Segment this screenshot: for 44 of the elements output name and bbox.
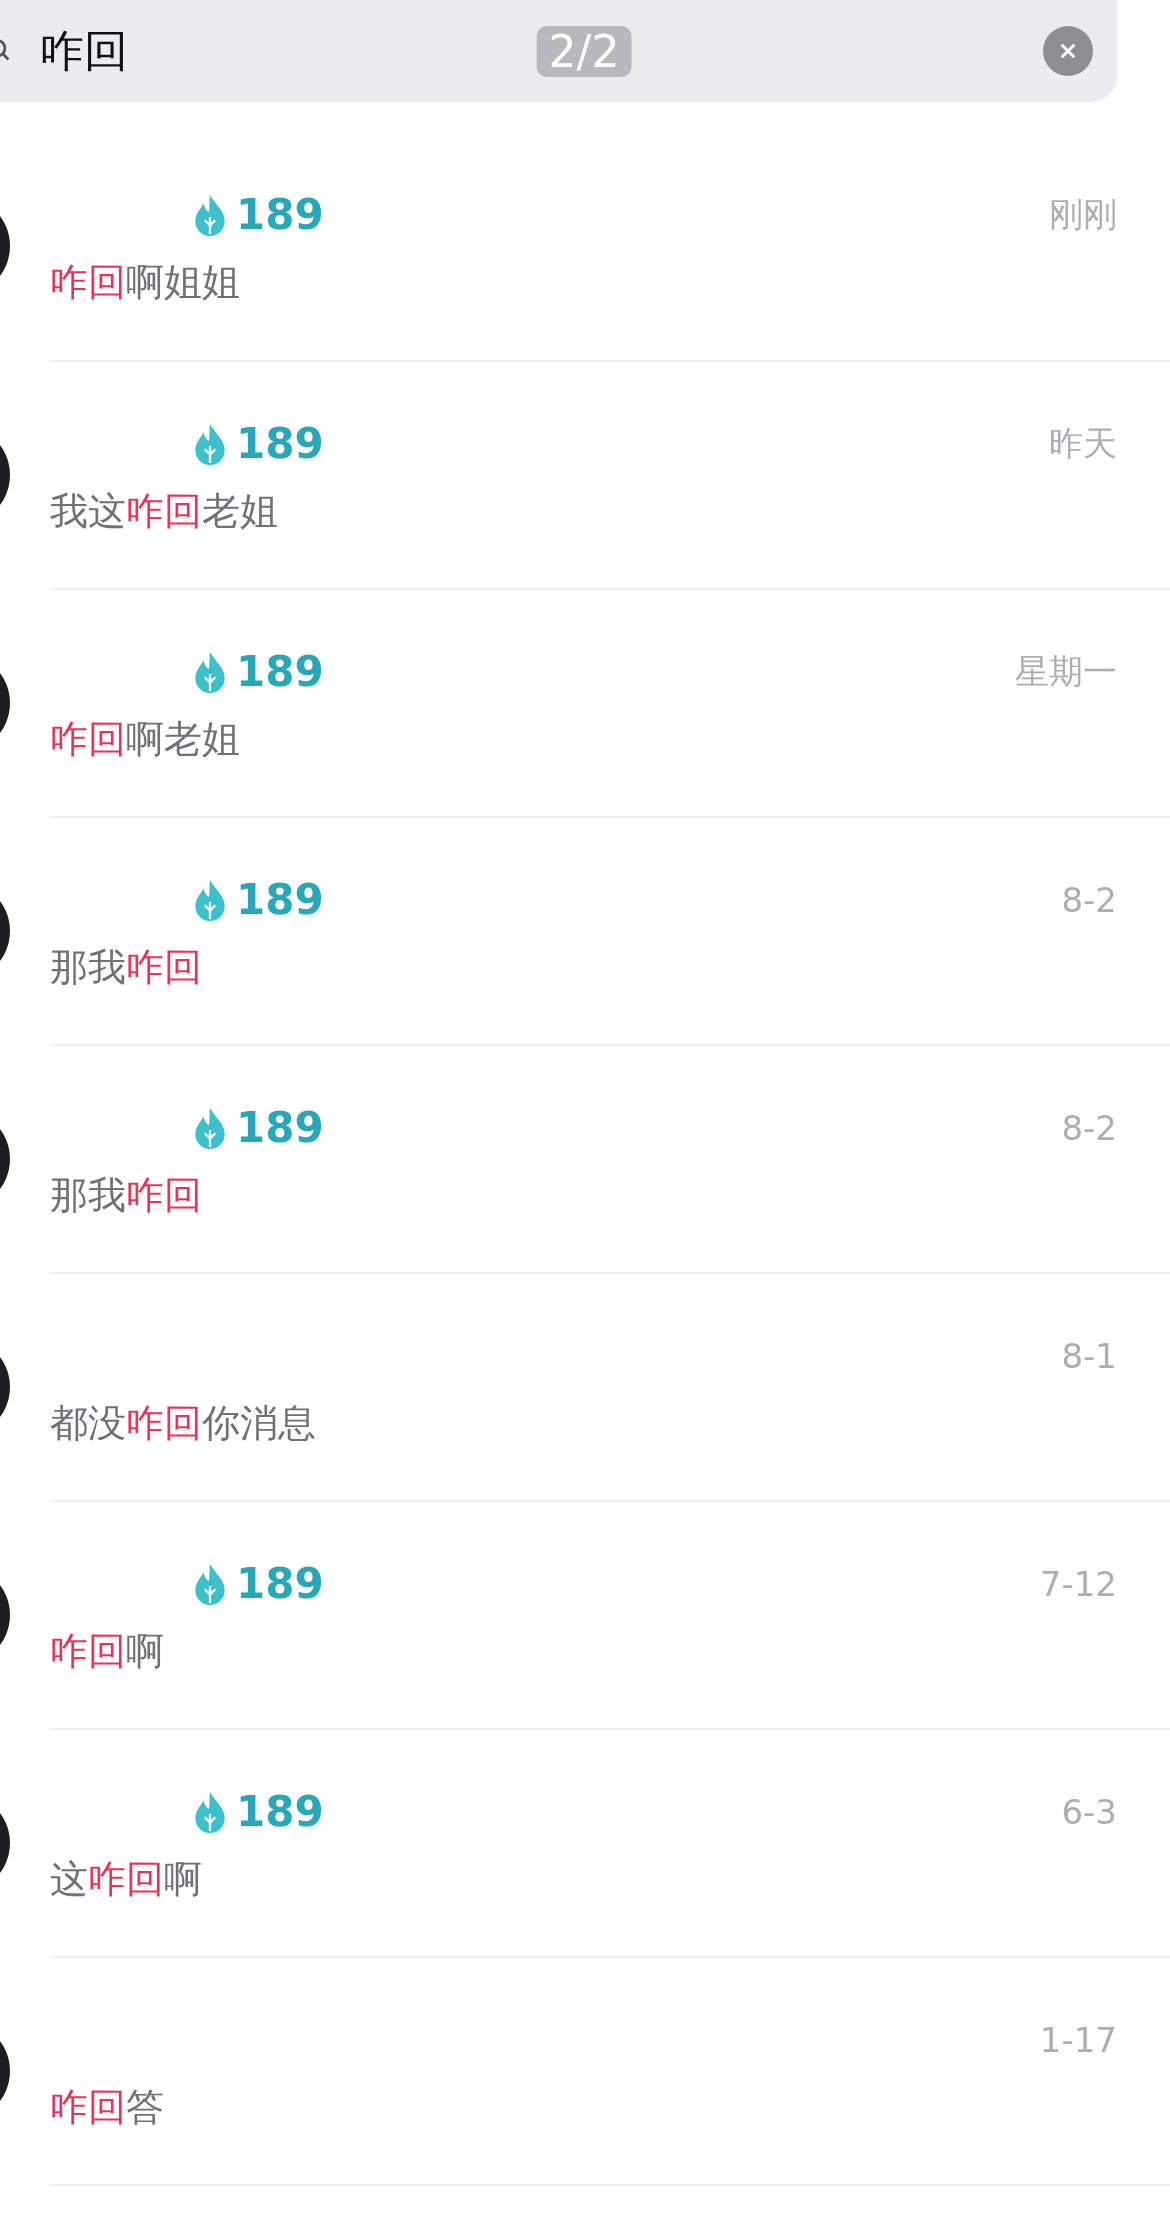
streak-count: 189 [236, 1559, 324, 1608]
message-time: 1-17 [1039, 2019, 1117, 2060]
flame-icon [194, 1790, 226, 1833]
message-time: 8-2 [1061, 1107, 1117, 1148]
streak-count: 189 [236, 647, 324, 696]
search-field[interactable]: 咋回 [40, 21, 128, 81]
chat-result[interactable]: 189 8-2 那我咋回 [50, 1046, 1170, 1274]
message-preview: 那我咋回 [50, 943, 203, 991]
flame-icon [194, 193, 226, 236]
clear-button[interactable] [1043, 26, 1093, 76]
flame-icon [194, 650, 226, 693]
message-preview: 咋回啊老姐 [50, 715, 241, 763]
message-time: 8-2 [1061, 879, 1117, 920]
streak-count: 189 [236, 875, 324, 924]
flame-icon [194, 422, 226, 465]
streak-count: 189 [236, 1787, 324, 1836]
message-preview: 咋回答 [50, 2083, 165, 2131]
flame-icon [194, 878, 226, 921]
chat-result[interactable]: 189 6-3 这咋回啊 [50, 1730, 1170, 1958]
message-preview: 我这咋回老姐 [50, 487, 279, 535]
chat-result[interactable]: 189 7-12 咋回啊 [50, 1502, 1170, 1730]
chat-result[interactable]: 189 刚刚 咋回啊姐姐 [50, 102, 1170, 362]
chat-result[interactable]: 189 昨天 我这咋回老姐 [50, 362, 1170, 590]
chat-result[interactable]: 8-1 都没咋回你消息 [50, 1274, 1170, 1502]
message-preview: 这咋回啊 [50, 1855, 203, 1903]
streak-count: 189 [236, 1103, 324, 1152]
chat-result[interactable]: 189 星期一 咋回啊老姐 [50, 590, 1170, 818]
message-preview: 那我咋回 [50, 1171, 203, 1219]
flame-icon [194, 1562, 226, 1605]
message-time: 8-1 [1061, 1335, 1117, 1376]
streak-count: 189 [236, 419, 324, 468]
message-preview: 都没咋回你消息 [50, 1399, 317, 1447]
match-counter: 2/2 [536, 25, 632, 77]
message-preview: 咋回啊 [50, 1627, 165, 1675]
message-time: 刚刚 [1049, 192, 1117, 236]
message-time: 7-12 [1039, 1563, 1117, 1604]
flame-icon [194, 1106, 226, 1149]
message-time: 6-3 [1061, 1791, 1117, 1832]
message-time: 星期一 [1015, 649, 1117, 693]
message-time: 昨天 [1049, 421, 1117, 465]
message-preview: 咋回啊姐姐 [50, 258, 241, 306]
chat-result[interactable]: 189 8-2 那我咋回 [50, 818, 1170, 1046]
chat-result[interactable]: 1-17 咋回答 [50, 1958, 1170, 2186]
streak-count: 189 [236, 190, 324, 239]
